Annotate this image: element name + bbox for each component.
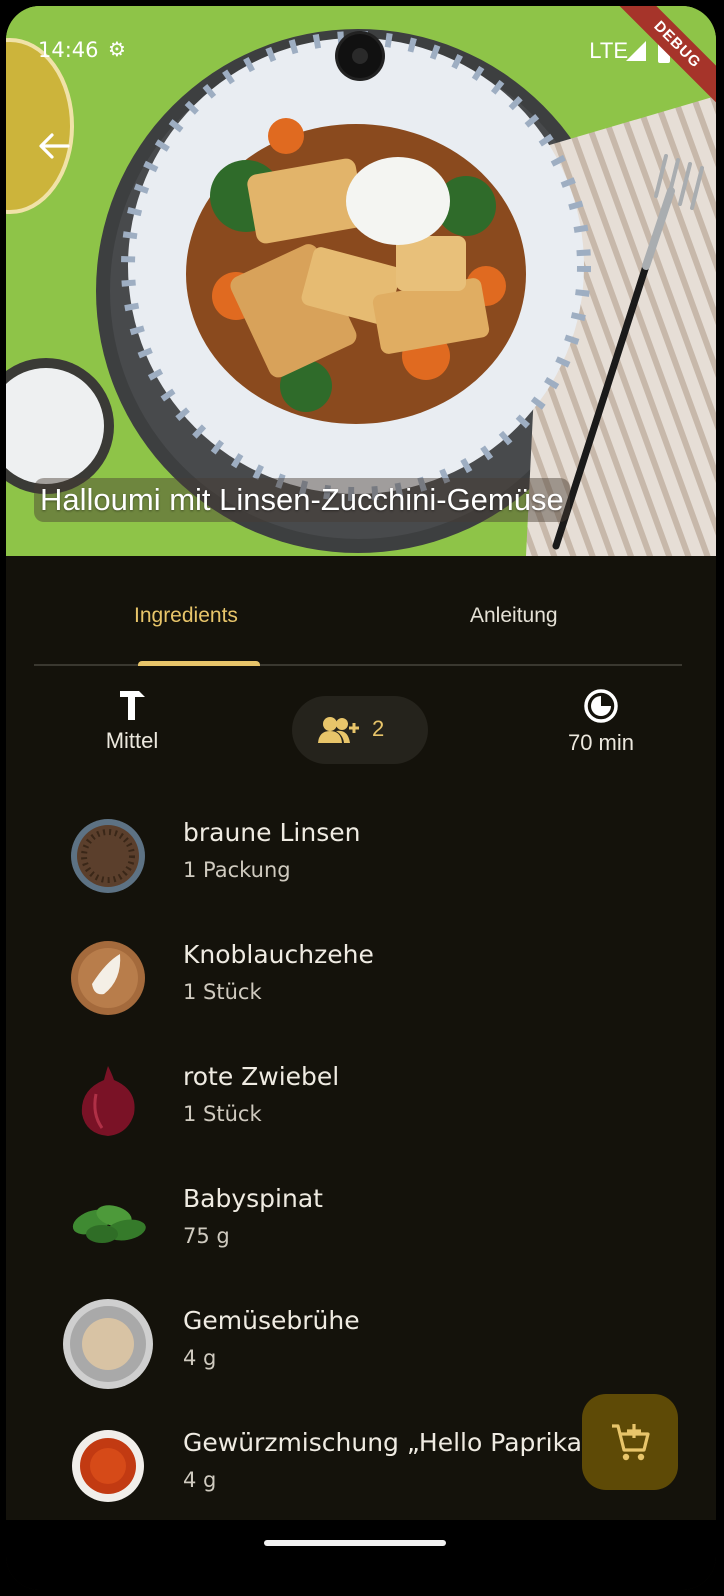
ingredient-name: Gewürzmischung „Hello Paprika“ <box>183 1428 595 1457</box>
network-type: LTE <box>589 38 628 63</box>
tab-anleitung[interactable]: Anleitung <box>470 604 558 628</box>
ingredient-name: Gemüsebrühe <box>183 1306 360 1335</box>
back-arrow-icon[interactable] <box>36 128 72 164</box>
ingredient-name: braune Linsen <box>183 818 361 847</box>
recipe-title: Halloumi mit Linsen-Zucchini-Gemüse <box>34 478 570 522</box>
ingredient-name: rote Zwiebel <box>183 1062 340 1091</box>
tab-bar: Ingredients Anleitung <box>34 586 682 666</box>
ingredient-amount: 75 g <box>183 1224 230 1248</box>
ingredient-amount: 1 Packung <box>183 858 291 882</box>
active-tab-indicator <box>138 661 260 666</box>
lentils-icon <box>71 819 145 893</box>
recipe-hero-image: 14:46 ⚙ LTE DEBUG Halloumi mit Linsen-Zu… <box>6 6 716 556</box>
ingredient-item: Knoblauchzehe 1 Stück <box>6 924 716 1046</box>
add-to-cart-button[interactable] <box>582 1394 678 1490</box>
signal-icon <box>626 41 646 61</box>
settings-notification-icon: ⚙ <box>108 37 126 61</box>
duration-info: 70 min <box>546 688 656 756</box>
servings-button[interactable]: 2 <box>292 696 428 764</box>
ingredient-amount: 4 g <box>183 1468 217 1492</box>
ingredient-amount: 4 g <box>183 1346 217 1370</box>
add-person-icon <box>318 717 359 743</box>
difficulty-info: Mittel <box>82 688 182 754</box>
duration-label: 70 min <box>567 730 635 755</box>
ingredient-item: braune Linsen 1 Packung <box>6 802 716 924</box>
ingredient-amount: 1 Stück <box>183 1102 262 1126</box>
garlic-icon <box>71 941 145 1015</box>
servings-count: 2 <box>372 716 385 741</box>
timer-icon <box>584 689 618 723</box>
app-screen: 14:46 ⚙ LTE DEBUG Halloumi mit Linsen-Zu… <box>6 6 716 1590</box>
paprika-spice-icon <box>72 1430 144 1502</box>
hero-photo <box>6 6 716 556</box>
ingredient-item: rote Zwiebel 1 Stück <box>6 1046 716 1168</box>
system-navigation-bar <box>6 1520 716 1590</box>
difficulty-label: Mittel <box>105 728 159 753</box>
broth-powder-icon <box>63 1299 153 1389</box>
ingredient-name: Babyspinat <box>183 1184 323 1213</box>
tab-ingredients[interactable]: Ingredients <box>134 604 238 628</box>
red-onion-icon <box>81 1066 135 1136</box>
spinach-icon <box>72 1205 146 1243</box>
status-time: 14:46 <box>38 38 99 62</box>
front-camera-cutout <box>338 34 382 78</box>
hammer-icon <box>120 691 145 720</box>
ingredient-item: Babyspinat 75 g <box>6 1168 716 1290</box>
ingredient-name: Knoblauchzehe <box>183 940 374 969</box>
ingredient-amount: 1 Stück <box>183 980 262 1004</box>
home-gesture-handle[interactable] <box>264 1540 446 1546</box>
add-shopping-cart-icon <box>612 1424 650 1461</box>
